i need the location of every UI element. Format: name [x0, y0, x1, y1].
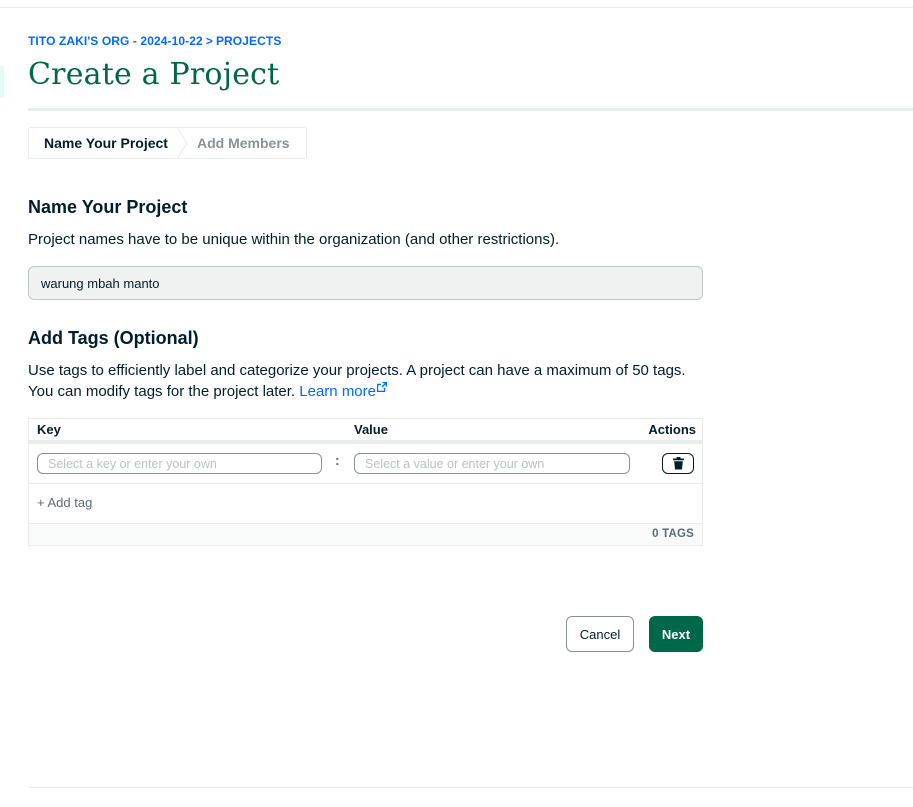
tags-section-description: Use tags to efficiently label and catego…	[28, 360, 708, 402]
tag-key-input[interactable]	[37, 453, 322, 474]
tag-value-input[interactable]	[354, 453, 630, 474]
breadcrumb-separator: >	[205, 34, 213, 48]
cancel-button[interactable]: Cancel	[566, 616, 634, 652]
key-value-separator: :	[335, 452, 340, 468]
breadcrumb: TITO ZAKI'S ORG - 2024-10-22 > PROJECTS	[28, 34, 281, 48]
breadcrumb-projects-link[interactable]: PROJECTS	[216, 34, 281, 48]
tags-table: Key Value Actions : + Add tag 0 TAGS	[28, 418, 703, 546]
row-divider	[29, 483, 702, 484]
learn-more-link[interactable]: Learn more	[299, 382, 387, 400]
bottom-divider	[28, 787, 913, 788]
delete-tag-button[interactable]	[662, 453, 694, 474]
external-link-icon	[377, 382, 387, 392]
add-tag-button[interactable]: + Add tag	[37, 495, 92, 510]
tags-section-heading: Add Tags (Optional)	[28, 328, 199, 348]
tags-footer: 0 TAGS	[29, 523, 702, 545]
learn-more-label: Learn more	[299, 383, 376, 400]
page-title: Create a Project	[28, 57, 280, 92]
value-column-header: Value	[354, 422, 388, 437]
project-name-input[interactable]	[28, 266, 703, 300]
step-add-members[interactable]: Add Members	[179, 128, 290, 158]
next-button[interactable]: Next	[649, 616, 703, 652]
key-column-header: Key	[37, 422, 61, 437]
trash-icon	[672, 457, 684, 470]
wizard-stepper: Name Your Project Add Members	[28, 127, 307, 159]
top-divider	[0, 7, 913, 8]
nav-accent-bar	[0, 66, 4, 98]
name-section-heading: Name Your Project	[28, 197, 188, 217]
name-section-description: Project names have to be unique within t…	[28, 231, 560, 248]
tag-count: 0 TAGS	[652, 528, 694, 540]
step-name-your-project[interactable]: Name Your Project	[29, 128, 179, 158]
header-divider	[29, 440, 702, 444]
actions-column-header: Actions	[648, 422, 696, 437]
breadcrumb-org-link[interactable]: TITO ZAKI'S ORG - 2024-10-22	[28, 34, 203, 48]
title-divider	[28, 108, 913, 111]
